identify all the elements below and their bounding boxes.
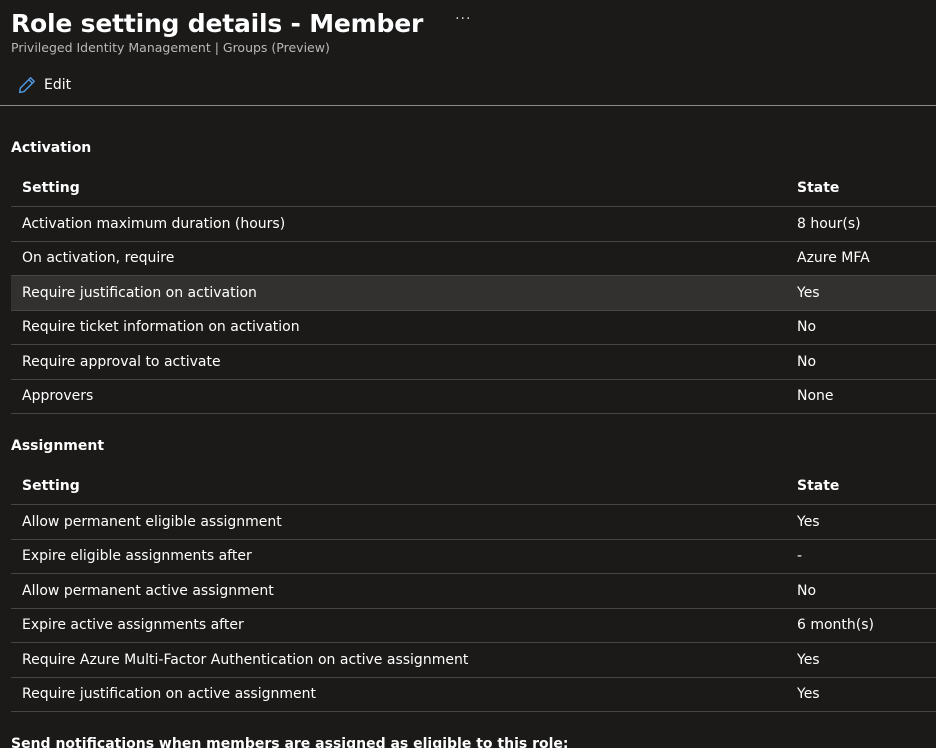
state-cell: 8 hour(s) <box>786 206 936 242</box>
state-cell: No <box>786 344 936 380</box>
more-options-button[interactable]: ··· <box>451 11 475 27</box>
state-cell: No <box>786 573 936 609</box>
state-cell: - <box>786 539 936 574</box>
table-row[interactable]: Activation maximum duration (hours) 8 ho… <box>11 206 936 242</box>
setting-cell: Require Azure Multi-Factor Authenticatio… <box>11 642 786 678</box>
setting-cell: Activation maximum duration (hours) <box>11 206 786 242</box>
table-header-row: Setting State <box>11 467 936 505</box>
assignment-section-title: Assignment <box>11 438 105 454</box>
activation-settings-table: Setting State Activation maximum duratio… <box>11 169 936 414</box>
table-row[interactable]: Require justification on activation Yes <box>11 275 936 311</box>
setting-cell: Require justification on active assignme… <box>11 677 786 712</box>
state-cell: Azure MFA <box>786 241 936 276</box>
page-title: Role setting details - Member <box>11 8 424 38</box>
setting-cell: Require ticket information on activation <box>11 310 786 345</box>
setting-cell: Require approval to activate <box>11 344 786 380</box>
column-header-state: State <box>786 169 936 207</box>
state-cell: 6 month(s) <box>786 608 936 643</box>
notifications-section-title: Send notifications when members are assi… <box>11 736 569 748</box>
role-setting-details-page: Role setting details - Member ··· Privil… <box>0 0 936 748</box>
setting-cell: On activation, require <box>11 241 786 276</box>
title-row: Role setting details - Member ··· <box>11 5 475 41</box>
table-row[interactable]: Approvers None <box>11 379 936 414</box>
state-cell: Yes <box>786 275 936 311</box>
table-row[interactable]: Require ticket information on activation… <box>11 310 936 345</box>
state-cell: None <box>786 379 936 414</box>
command-bar: Edit <box>0 66 936 106</box>
column-header-setting: Setting <box>11 169 786 207</box>
state-cell: Yes <box>786 504 936 540</box>
setting-cell: Approvers <box>11 379 786 414</box>
state-cell: Yes <box>786 677 936 712</box>
column-header-state: State <box>786 467 936 505</box>
state-cell: No <box>786 310 936 345</box>
setting-cell: Expire eligible assignments after <box>11 539 786 574</box>
setting-cell: Expire active assignments after <box>11 608 786 643</box>
pencil-icon <box>18 76 36 94</box>
table-row[interactable]: Expire active assignments after 6 month(… <box>11 608 936 643</box>
table-row[interactable]: Require approval to activate No <box>11 344 936 380</box>
activation-section-title: Activation <box>11 140 92 156</box>
table-row[interactable]: Require justification on active assignme… <box>11 677 936 712</box>
setting-cell: Allow permanent eligible assignment <box>11 504 786 540</box>
edit-button-label: Edit <box>44 77 72 93</box>
table-row[interactable]: Expire eligible assignments after - <box>11 539 936 574</box>
assignment-settings-table: Setting State Allow permanent eligible a… <box>11 467 936 712</box>
column-header-setting: Setting <box>11 467 786 505</box>
state-cell: Yes <box>786 642 936 678</box>
table-row[interactable]: Allow permanent eligible assignment Yes <box>11 504 936 540</box>
table-row[interactable]: On activation, require Azure MFA <box>11 241 936 276</box>
table-row[interactable]: Require Azure Multi-Factor Authenticatio… <box>11 642 936 678</box>
breadcrumb-subtitle: Privileged Identity Management | Groups … <box>11 40 330 55</box>
setting-cell: Require justification on activation <box>11 275 786 311</box>
table-row[interactable]: Allow permanent active assignment No <box>11 573 936 609</box>
edit-button[interactable]: Edit <box>18 76 71 94</box>
table-header-row: Setting State <box>11 169 936 207</box>
setting-cell: Allow permanent active assignment <box>11 573 786 609</box>
